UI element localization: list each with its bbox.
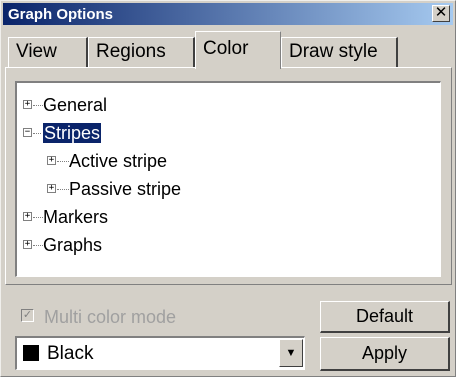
- tree-connector: [33, 245, 43, 246]
- window-title: Graph Options: [8, 6, 113, 23]
- tree-connector: [33, 217, 43, 218]
- tab-draw-style-label: Draw style: [289, 41, 378, 62]
- tab-regions-label: Regions: [96, 41, 166, 62]
- tab-regions[interactable]: Regions: [88, 37, 195, 67]
- tab-draw-style[interactable]: Draw style: [281, 37, 398, 67]
- color-select-value: Black: [47, 343, 94, 364]
- multi-color-mode-label: Multi color mode: [44, 307, 177, 327]
- tree-item-label: Passive stripe: [69, 179, 182, 199]
- tree-item-label: Stripes: [41, 122, 103, 144]
- apply-button[interactable]: Apply: [320, 337, 450, 371]
- tree-item-label: Markers: [43, 207, 109, 227]
- tab-view[interactable]: View: [8, 37, 88, 67]
- tree-connector: [57, 161, 69, 162]
- check-icon: ✓: [22, 309, 33, 321]
- tree-item-markers[interactable]: Markers: [43, 207, 108, 227]
- close-icon: ✕: [434, 4, 448, 21]
- tree-item-label: General: [43, 95, 108, 115]
- color-tree-view[interactable]: + General − Stripes + Active stripe + Pa…: [15, 81, 441, 277]
- color-select[interactable]: Black ▼: [15, 336, 305, 370]
- tree-item-active-stripe[interactable]: Active stripe: [69, 151, 167, 171]
- expand-icon[interactable]: +: [47, 184, 56, 193]
- default-button[interactable]: Default: [320, 301, 450, 333]
- checkbox-box[interactable]: ✓: [21, 309, 34, 322]
- tree-item-graphs[interactable]: Graphs: [43, 235, 102, 255]
- tree-item-label: Active stripe: [69, 151, 168, 171]
- expand-icon[interactable]: +: [23, 240, 32, 249]
- tree-connector: [33, 105, 43, 106]
- chevron-down-icon: ▼: [285, 347, 297, 359]
- tab-color[interactable]: Color: [195, 31, 281, 69]
- tree-connector: [33, 133, 43, 134]
- title-bar: Graph Options ✕: [3, 3, 453, 25]
- dropdown-button[interactable]: ▼: [279, 339, 303, 367]
- graph-options-dialog: Graph Options ✕ View Regions Color Draw …: [0, 0, 456, 377]
- expand-icon[interactable]: +: [23, 100, 32, 109]
- tree-item-passive-stripe[interactable]: Passive stripe: [69, 179, 181, 199]
- collapse-icon[interactable]: −: [23, 128, 32, 137]
- close-button[interactable]: ✕: [432, 5, 450, 22]
- tree-item-general[interactable]: General: [43, 95, 107, 115]
- tree-item-label: Graphs: [43, 235, 103, 255]
- color-swatch: [23, 345, 39, 361]
- tab-view-label: View: [16, 41, 57, 62]
- expand-icon[interactable]: +: [23, 212, 32, 221]
- expand-icon[interactable]: +: [47, 156, 56, 165]
- tab-color-label: Color: [203, 38, 249, 59]
- tree-connector: [57, 189, 69, 190]
- tree-item-stripes[interactable]: Stripes: [41, 122, 103, 144]
